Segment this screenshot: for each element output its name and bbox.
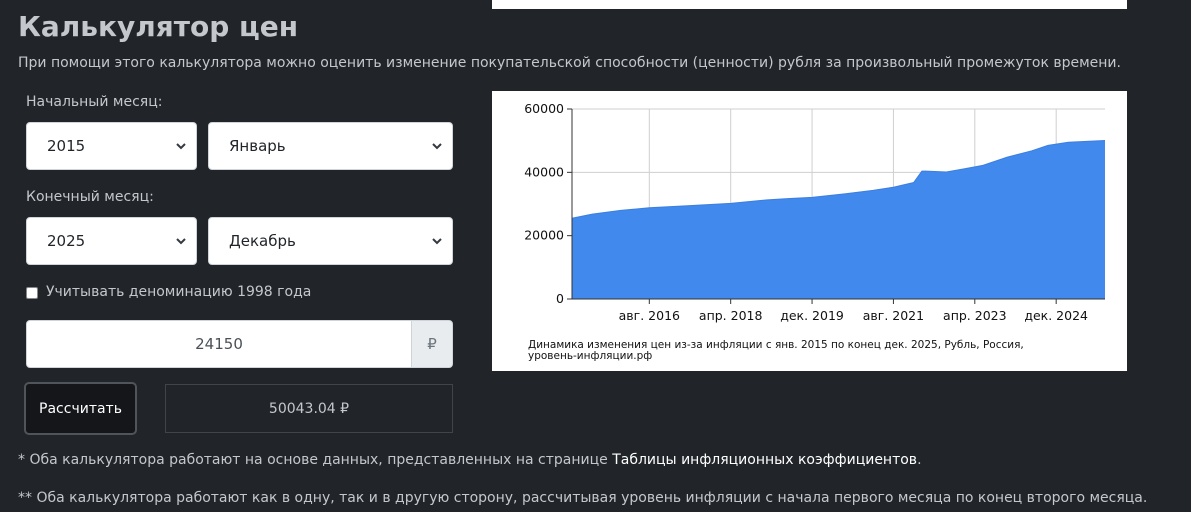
end-month-value: Декабрь: [229, 232, 296, 250]
top-image-strip: [492, 0, 1127, 9]
denomination-label[interactable]: Учитывать деноминацию 1998 года: [46, 284, 311, 300]
y-tick-label: 40000: [524, 164, 564, 179]
chart-y-ticks: 0 20000 40000 60000: [524, 101, 572, 306]
x-tick-label: апр. 2023: [943, 308, 1007, 323]
start-month-select[interactable]: Январь: [208, 122, 453, 170]
x-tick-label: авг. 2021: [863, 308, 924, 323]
x-tick-label: апр. 2018: [699, 308, 763, 323]
y-tick-label: 60000: [524, 101, 564, 116]
end-year-select[interactable]: 2025: [26, 217, 197, 265]
end-month-select[interactable]: Декабрь: [208, 217, 453, 265]
start-month-value: Январь: [229, 137, 286, 155]
chevron-down-icon: [176, 238, 186, 245]
chart-area-series: [572, 140, 1105, 299]
chevron-down-icon: [432, 143, 442, 150]
note-direction: ** Оба калькулятора работают как в одну,…: [18, 490, 1148, 506]
end-year-value: 2025: [47, 232, 86, 250]
currency-addon: ₽: [411, 320, 453, 368]
result-output: 50043.04 ₽: [165, 384, 453, 433]
inflation-chart-svg: 0 20000 40000 60000 авг. 2016 апр. 2018 дек. …: [524, 101, 1106, 362]
y-tick-label: 20000: [524, 228, 564, 243]
start-year-select[interactable]: 2015: [26, 122, 197, 170]
end-month-label: Конечный месяц:: [26, 189, 154, 205]
chevron-down-icon: [176, 143, 186, 150]
calculate-button[interactable]: Рассчитать: [24, 382, 137, 435]
y-tick-label: 0: [556, 291, 564, 306]
chart-caption-line2: уровень-инфляции.рф: [528, 350, 652, 362]
page-description: При помощи этого калькулятора можно оцен…: [18, 55, 1121, 71]
inflation-chart: 0 20000 40000 60000 авг. 2016 апр. 2018 дек. …: [492, 91, 1127, 371]
x-tick-label: дек. 2024: [1024, 308, 1088, 323]
chart-x-ticks: авг. 2016 апр. 2018 дек. 2019 авг. 2021 апр.…: [619, 299, 1088, 323]
start-year-value: 2015: [47, 137, 86, 155]
note-1-suffix: .: [917, 452, 922, 468]
chevron-down-icon: [432, 238, 442, 245]
start-month-label: Начальный месяц:: [26, 94, 163, 110]
x-tick-label: дек. 2019: [780, 308, 844, 323]
denomination-checkbox[interactable]: [26, 287, 38, 299]
amount-input[interactable]: 24150: [26, 320, 412, 368]
note-1-text: * Оба калькулятора работают на основе да…: [18, 452, 613, 468]
coefficients-table-link[interactable]: Таблицы инфляционных коэффициентов: [612, 452, 917, 468]
note-data-source: * Оба калькулятора работают на основе да…: [18, 452, 922, 468]
page-title: Калькулятор цен: [18, 10, 299, 43]
x-tick-label: авг. 2016: [619, 308, 680, 323]
